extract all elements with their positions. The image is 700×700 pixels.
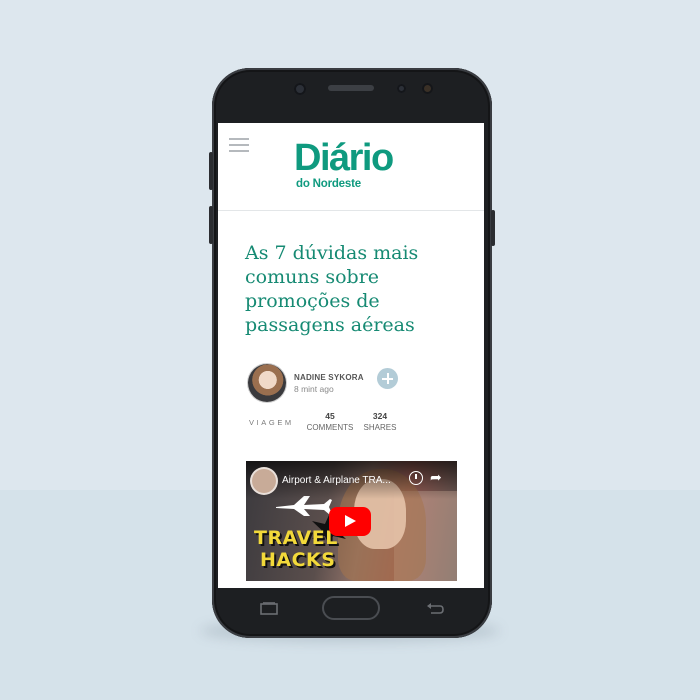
embedded-video[interactable]: TRAVEL HACKS Airport & Airplane TRA... ➦ [246, 461, 457, 581]
comments-count: 45 [325, 411, 335, 421]
article-timestamp: 8 mint ago [294, 384, 334, 394]
channel-avatar[interactable] [252, 469, 276, 493]
youtube-play-icon[interactable] [329, 507, 371, 536]
comments-stat[interactable]: 45 COMMENTS [305, 411, 355, 433]
author-name[interactable]: NADINE SYKORA [294, 373, 364, 382]
home-button[interactable] [322, 596, 380, 620]
category-tag[interactable]: VIAGEM [249, 418, 294, 427]
phone-volume-button [209, 152, 213, 190]
front-camera [294, 83, 306, 95]
sensor-dot-2 [422, 83, 433, 94]
video-overlay-line2: HACKS [260, 549, 336, 571]
hamburger-menu-icon[interactable] [229, 138, 249, 152]
plus-circle-icon[interactable] [377, 368, 398, 389]
clock-icon[interactable] [409, 471, 423, 485]
logo-sub-text: do Nordeste [296, 178, 361, 190]
recent-apps-icon[interactable] [259, 602, 279, 616]
video-title[interactable]: Airport & Airplane TRA... [282, 475, 391, 486]
shares-stat[interactable]: 324 SHARES [358, 411, 402, 433]
comments-label: COMMENTS [306, 423, 354, 432]
shares-label: SHARES [363, 423, 397, 432]
article-headline: As 7 dúvidas mais comuns sobre promoções… [245, 242, 419, 336]
back-icon[interactable] [425, 602, 445, 616]
shares-count: 324 [372, 411, 388, 421]
phone-power-button [491, 210, 495, 246]
header-divider [218, 210, 484, 211]
phone-bixby-button [209, 206, 213, 244]
video-overlay-line1: TRAVEL [254, 527, 338, 549]
sensor-dot [397, 84, 406, 93]
logo-main-text: Diário [294, 137, 394, 179]
author-avatar[interactable] [248, 364, 286, 402]
share-arrow-icon[interactable]: ➦ [430, 470, 442, 484]
earpiece-speaker [328, 85, 374, 91]
phone-screen: Diário do Nordeste As 7 dúvidas mais com… [218, 123, 484, 588]
site-logo[interactable]: Diário do Nordeste [294, 139, 414, 190]
